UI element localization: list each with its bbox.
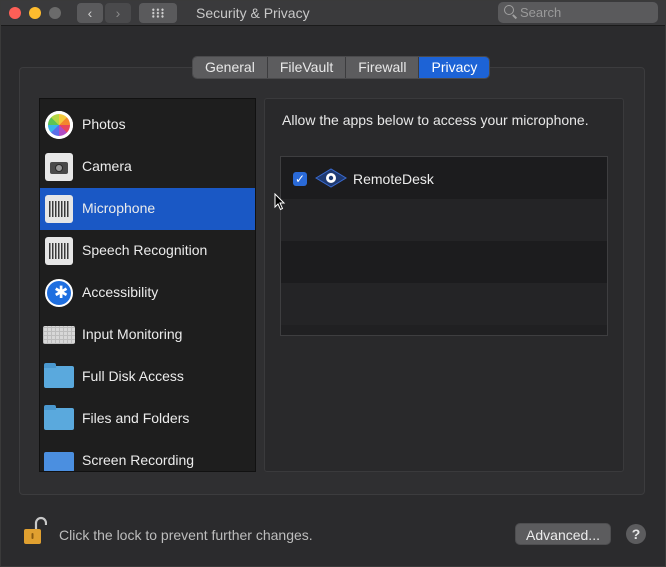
tab-bar: General FileVault Firewall Privacy: [192, 56, 491, 79]
app-name: RemoteDesk: [353, 171, 434, 187]
lock-status-text: Click the lock to prevent further change…: [59, 527, 313, 543]
grid-icon: [151, 8, 165, 18]
forward-button[interactable]: ›: [105, 3, 131, 23]
title-bar: ‹ › Security & Privacy: [1, 1, 665, 26]
sidebar-item-label: Files and Folders: [82, 410, 190, 426]
remotedesk-eye-icon: [315, 168, 347, 188]
list-item[interactable]: ✓ RemoteDesk: [281, 157, 607, 199]
accessibility-icon: ✱: [45, 279, 73, 307]
folder-icon: [44, 405, 74, 430]
sidebar-item-microphone[interactable]: Microphone: [40, 188, 255, 230]
list-item: [281, 283, 607, 325]
sidebar-item-files-and-folders[interactable]: Files and Folders: [40, 398, 255, 440]
list-item: [281, 199, 607, 241]
search-field[interactable]: [498, 2, 658, 23]
tab-privacy[interactable]: Privacy: [419, 57, 490, 78]
sidebar-item-label: Accessibility: [82, 284, 159, 300]
photos-icon: [45, 111, 73, 139]
search-input[interactable]: [520, 2, 650, 22]
back-button[interactable]: ‹: [77, 3, 103, 23]
keyboard-icon: [43, 326, 75, 344]
sidebar-item-label: Camera: [82, 158, 132, 174]
microphone-waveform-icon: [45, 195, 73, 223]
sidebar-item-accessibility[interactable]: ✱ Accessibility: [40, 272, 255, 314]
sidebar-item-label: Microphone: [82, 200, 156, 216]
search-icon: [504, 5, 514, 15]
show-all-button[interactable]: [139, 3, 177, 23]
sidebar-item-label: Photos: [82, 116, 126, 132]
close-window-button[interactable]: [9, 7, 21, 19]
speech-waveform-icon: [45, 237, 73, 265]
zoom-window-button[interactable]: [49, 7, 61, 19]
tab-firewall[interactable]: Firewall: [346, 57, 420, 78]
minimize-window-button[interactable]: [29, 7, 41, 19]
privacy-category-list[interactable]: Photos Camera Microphone Speech Recognit…: [39, 98, 256, 472]
advanced-button[interactable]: Advanced...: [515, 523, 611, 545]
sidebar-item-screen-recording[interactable]: Screen Recording: [40, 440, 255, 471]
sidebar-item-label: Speech Recognition: [82, 242, 208, 258]
folder-icon: [44, 363, 74, 388]
help-button[interactable]: ?: [626, 524, 646, 544]
window-title: Security & Privacy: [196, 5, 310, 21]
permission-heading: Allow the apps below to access your micr…: [282, 112, 589, 128]
sidebar-item-input-monitoring[interactable]: Input Monitoring: [40, 314, 255, 356]
sidebar-item-speech-recognition[interactable]: Speech Recognition: [40, 230, 255, 272]
tab-general[interactable]: General: [193, 57, 268, 78]
sidebar-item-photos[interactable]: Photos: [40, 104, 255, 146]
sidebar-item-label: Input Monitoring: [82, 326, 183, 342]
sidebar-item-full-disk-access[interactable]: Full Disk Access: [40, 356, 255, 398]
app-checkbox[interactable]: ✓: [293, 172, 307, 186]
tab-filevault[interactable]: FileVault: [267, 57, 347, 78]
security-privacy-window: ‹ › Security & Privacy General FileVault…: [0, 0, 666, 567]
list-item: [281, 241, 607, 283]
sidebar-item-label: Full Disk Access: [82, 368, 184, 384]
screen-icon: [44, 452, 74, 471]
app-list[interactable]: ✓ RemoteDesk: [280, 156, 608, 336]
sidebar-item-label: Screen Recording: [82, 452, 195, 468]
camera-icon: [45, 153, 73, 181]
sidebar-item-camera[interactable]: Camera: [40, 146, 255, 188]
unlocked-lock-icon[interactable]: [23, 516, 47, 546]
mouse-cursor-icon: [274, 193, 286, 211]
